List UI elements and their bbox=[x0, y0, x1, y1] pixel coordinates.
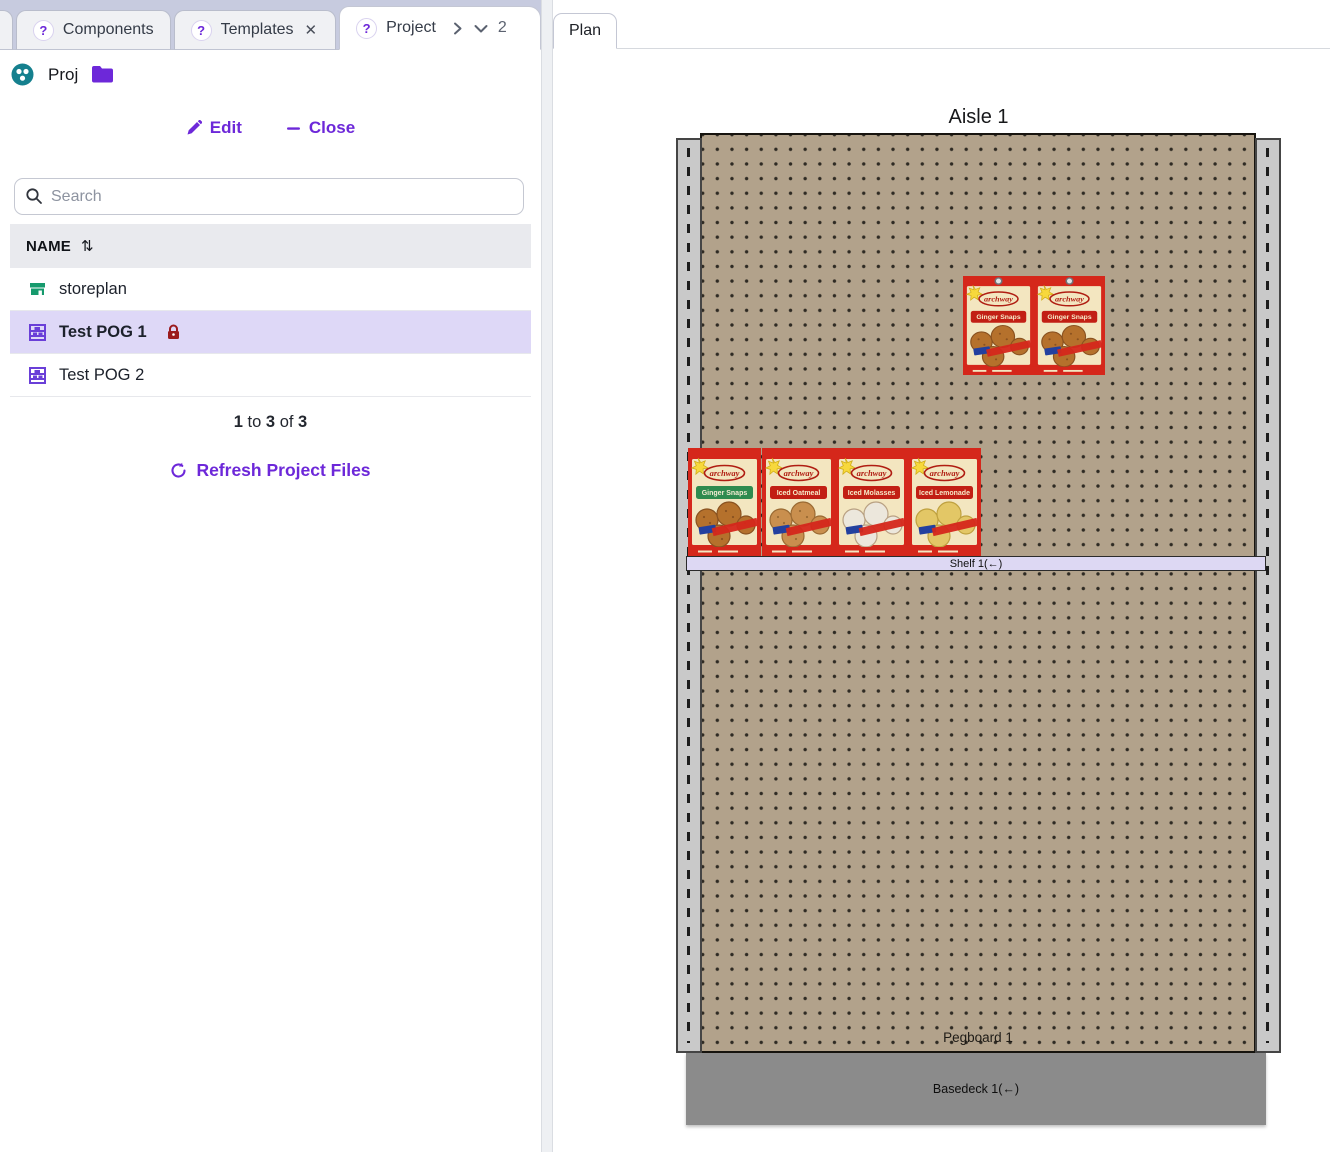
product-hanging-ginger-snaps[interactable]: archway Ginger Snaps bbox=[1034, 276, 1105, 375]
lock-icon bbox=[166, 324, 181, 340]
help-icon: ? bbox=[33, 20, 54, 41]
table-row-test-pog-1[interactable]: Test POG 1 bbox=[10, 311, 531, 354]
tab-project[interactable]: ? Project 2 bbox=[339, 6, 541, 50]
tab-components[interactable]: ? Components bbox=[16, 10, 171, 50]
product-shelf-ginger-snaps[interactable]: archway Ginger Snaps bbox=[688, 448, 761, 556]
tab-templates[interactable]: ? Templates ✕ bbox=[174, 10, 337, 50]
svg-text:Iced Oatmeal: Iced Oatmeal bbox=[777, 490, 821, 497]
pegboard-label: Pegboard 1 bbox=[700, 1030, 1256, 1045]
pegboard[interactable] bbox=[700, 133, 1256, 1053]
panel-divider[interactable] bbox=[541, 0, 553, 1152]
pog-icon bbox=[29, 367, 46, 384]
svg-text:archway: archway bbox=[857, 468, 887, 478]
edit-button[interactable]: Edit bbox=[186, 118, 242, 138]
tab-ns[interactable]: ns bbox=[0, 10, 13, 50]
upright-rail-left[interactable] bbox=[676, 138, 702, 1053]
file-name: Test POG 1 bbox=[59, 323, 147, 342]
table-header[interactable]: NAME ⇅ bbox=[10, 224, 531, 268]
tab-plan[interactable]: Plan bbox=[553, 13, 617, 49]
svg-text:archway: archway bbox=[1055, 295, 1084, 304]
upright-rail-right[interactable] bbox=[1255, 138, 1281, 1053]
tab-label: Components bbox=[63, 21, 154, 39]
project-title: Proj bbox=[48, 65, 78, 85]
search-input[interactable] bbox=[14, 178, 524, 215]
product-shelf-iced-lemonade[interactable]: archway Iced Lemonade bbox=[908, 448, 981, 556]
tab-count-badge: 2 bbox=[498, 19, 507, 37]
svg-text:archway: archway bbox=[984, 295, 1013, 304]
project-wheel-icon bbox=[10, 62, 35, 87]
shelf-1[interactable]: Shelf 1(←) bbox=[686, 556, 1266, 571]
close-icon[interactable]: ✕ bbox=[303, 21, 320, 39]
plan-panel: Plan Aisle 1 Shelf 1(←) Pegboard 1 archw… bbox=[553, 0, 1330, 1152]
svg-text:archway: archway bbox=[784, 468, 814, 478]
search-box bbox=[14, 178, 524, 215]
fixture: Shelf 1(←) Pegboard 1 archway Ginger Sna… bbox=[676, 133, 1281, 1053]
table-row-storeplan[interactable]: storeplan bbox=[10, 268, 531, 311]
svg-text:Ginger Snaps: Ginger Snaps bbox=[702, 490, 748, 497]
folder-icon[interactable] bbox=[91, 65, 114, 84]
basedeck-1[interactable]: Basedeck 1(←) bbox=[686, 1053, 1266, 1125]
svg-text:Iced Molasses: Iced Molasses bbox=[848, 490, 896, 497]
svg-text:archway: archway bbox=[930, 468, 960, 478]
product-shelf-iced-oatmeal[interactable]: archway Iced Oatmeal bbox=[762, 448, 835, 556]
minus-icon bbox=[286, 121, 301, 136]
product-hanging-ginger-snaps[interactable]: archway Ginger Snaps bbox=[963, 276, 1034, 375]
store-icon bbox=[29, 281, 46, 297]
tab-label: Project bbox=[386, 19, 436, 37]
refresh-icon bbox=[170, 462, 187, 479]
close-button[interactable]: Close bbox=[286, 118, 355, 138]
product-shelf-iced-molasses[interactable]: archway Iced Molasses bbox=[835, 448, 908, 556]
table-row-test-pog-2[interactable]: Test POG 2 bbox=[10, 354, 531, 397]
svg-text:Ginger Snaps: Ginger Snaps bbox=[1047, 314, 1092, 321]
project-header: Proj bbox=[10, 62, 114, 87]
aisle-title: Aisle 1 bbox=[676, 106, 1281, 129]
chevron-down-icon[interactable] bbox=[474, 22, 488, 35]
file-name: storeplan bbox=[59, 280, 127, 299]
help-icon: ? bbox=[191, 20, 212, 41]
chevron-right-icon[interactable] bbox=[451, 22, 464, 35]
file-list: storeplan Test POG 1 Test POG 2 bbox=[10, 268, 531, 397]
sort-icon[interactable]: ⇅ bbox=[81, 237, 94, 255]
svg-text:Ginger Snaps: Ginger Snaps bbox=[976, 314, 1021, 321]
name-column-header[interactable]: NAME bbox=[26, 238, 71, 255]
app: ns? Components? Templates ✕? Project 2 Proj bbox=[0, 0, 1330, 1152]
plan-tabbar-underline bbox=[553, 48, 1330, 49]
refresh-project-files-button[interactable]: Refresh Project Files bbox=[0, 460, 541, 481]
file-name: Test POG 2 bbox=[59, 366, 144, 385]
project-panel: ns? Components? Templates ✕? Project 2 Proj bbox=[0, 0, 541, 1152]
svg-text:Iced Lemonade: Iced Lemonade bbox=[919, 490, 970, 497]
help-icon: ? bbox=[356, 18, 377, 39]
pog-icon bbox=[29, 324, 46, 341]
svg-text:archway: archway bbox=[710, 468, 740, 478]
tab-label: Templates bbox=[221, 21, 294, 39]
tab-bar: ns? Components? Templates ✕? Project 2 bbox=[0, 0, 541, 50]
project-actions: Edit Close bbox=[0, 118, 541, 138]
pagination: 1 to 3 of 3 bbox=[0, 413, 541, 432]
search-icon bbox=[25, 187, 43, 210]
pencil-icon bbox=[186, 120, 202, 136]
